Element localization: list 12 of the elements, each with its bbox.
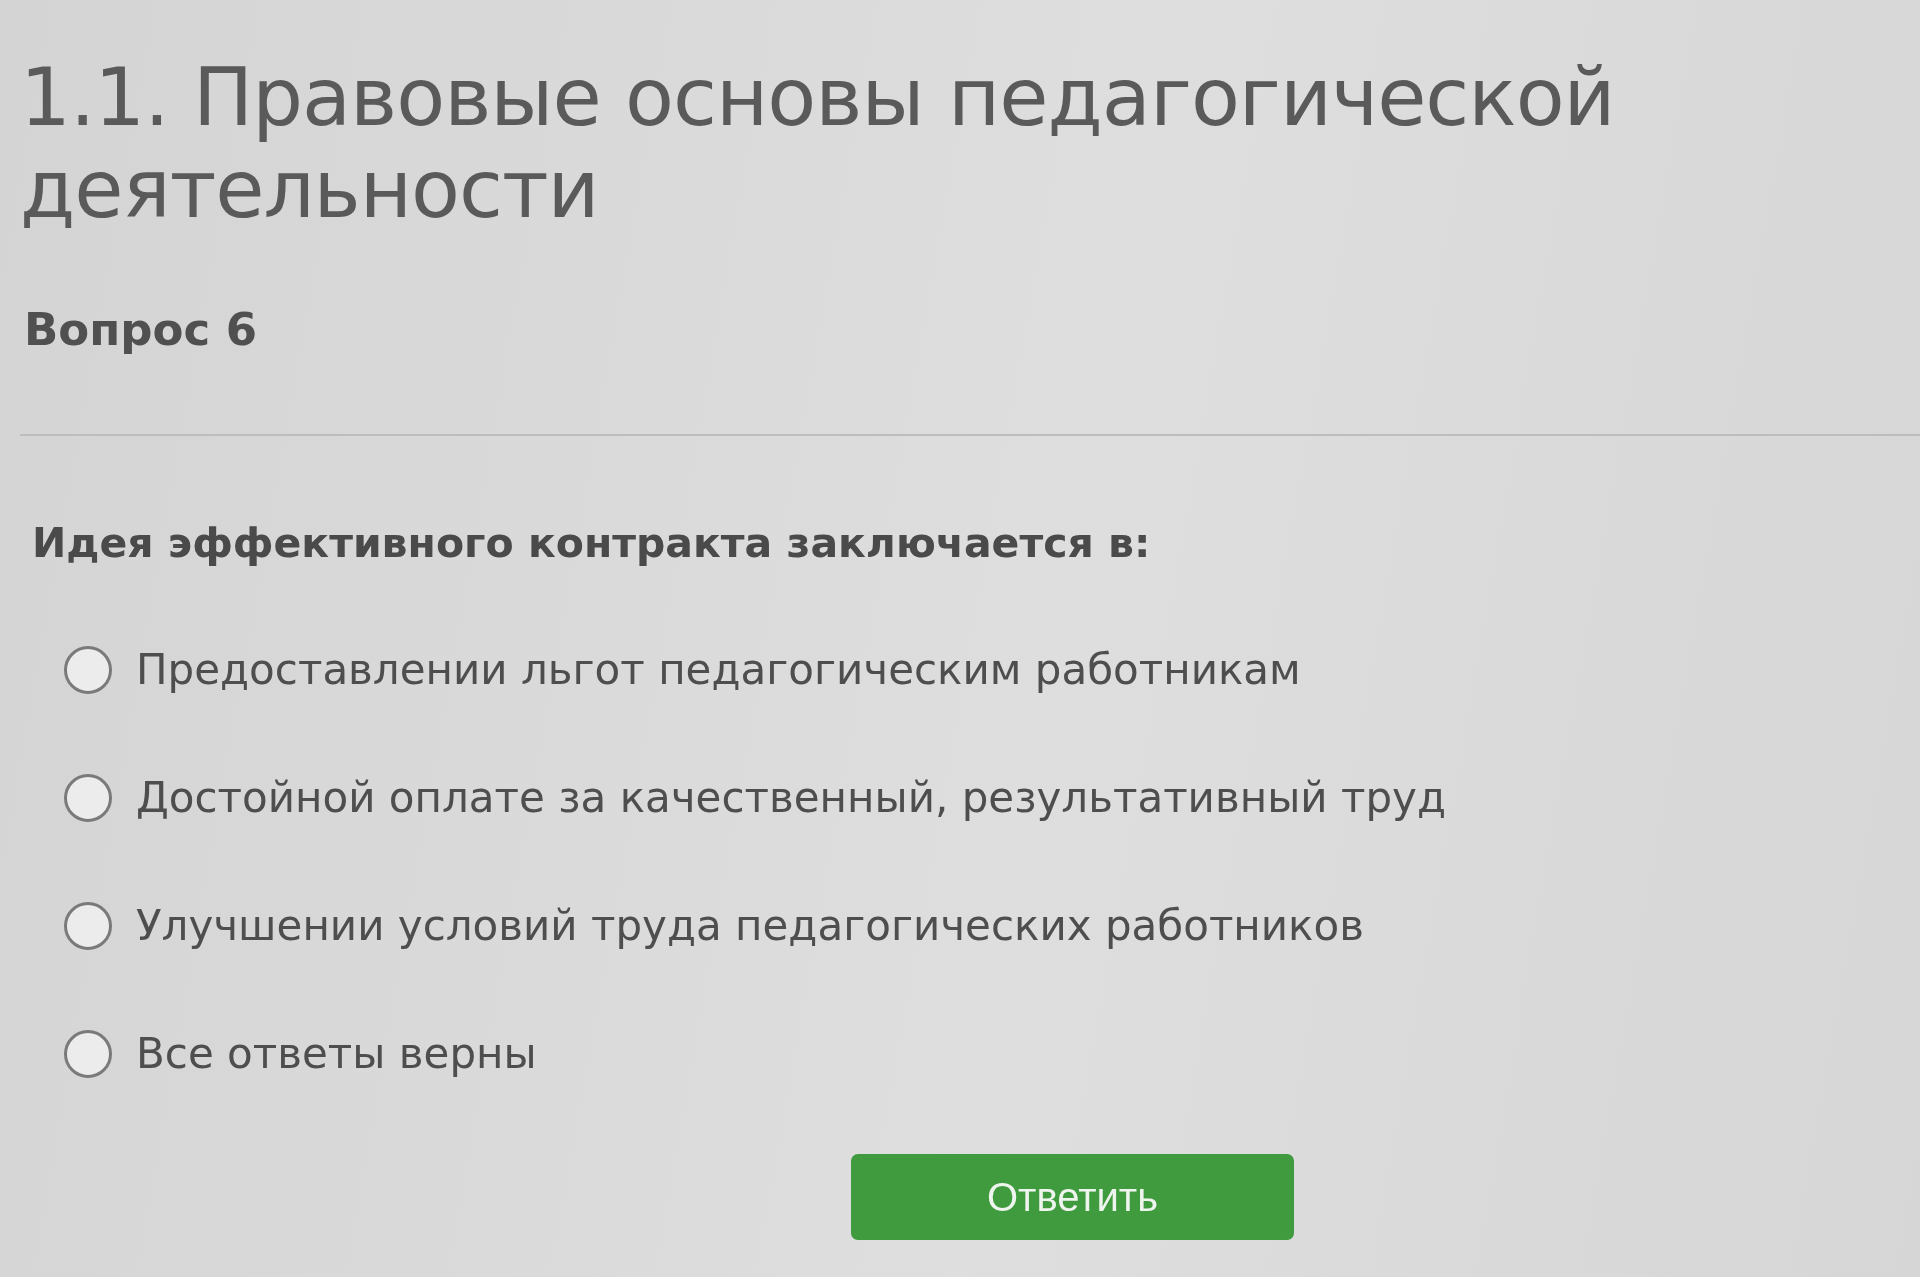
option-label[interactable]: Предоставлении льгот педагогическим работникам [136, 644, 1301, 696]
radio-button[interactable] [64, 646, 112, 694]
radio-button[interactable] [64, 774, 112, 822]
option-label[interactable]: Улучшении условий труда педагогических работников [136, 900, 1364, 952]
option-label[interactable]: Все ответы верны [136, 1028, 537, 1080]
radio-button[interactable] [64, 902, 112, 950]
option-label[interactable]: Достойной оплате за качественный, результативный труд [136, 772, 1446, 824]
radio-button[interactable] [64, 1030, 112, 1078]
page-title: 1.1. Правовые основы педагогической деятельности [20, 52, 1616, 236]
question-number: Вопрос 6 [24, 302, 258, 358]
question-text: Идея эффективного контракта заключается в: [32, 518, 1151, 568]
answer-button[interactable]: Ответить [851, 1154, 1294, 1240]
